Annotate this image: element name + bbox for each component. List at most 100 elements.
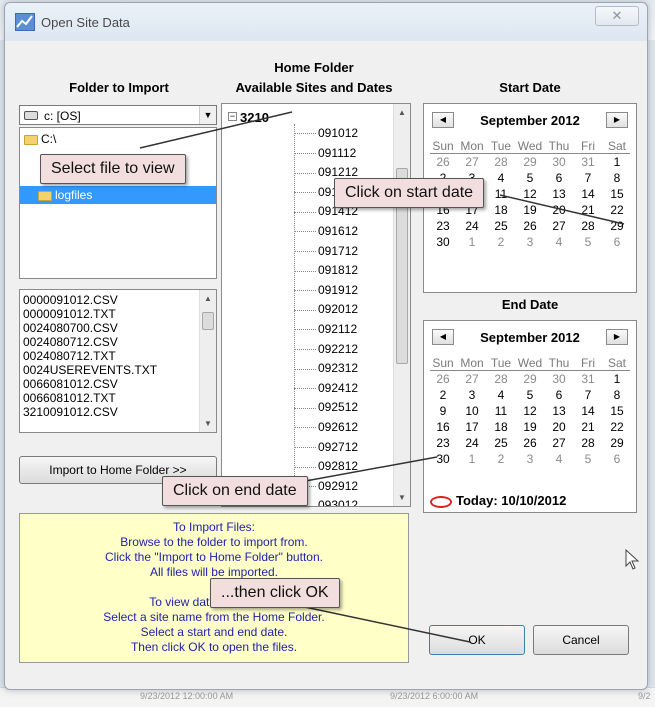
- calendar-day[interactable]: 26: [430, 154, 456, 170]
- file-list-item[interactable]: 0024080712.TXT: [20, 349, 199, 363]
- calendar-day[interactable]: 26: [517, 218, 543, 234]
- calendar-day[interactable]: 28: [488, 154, 514, 170]
- calendar-day[interactable]: 5: [517, 387, 543, 403]
- file-list[interactable]: 0000091012.CSV 0000091012.TXT 0024080700…: [19, 289, 217, 433]
- calendar-day[interactable]: 27: [546, 218, 572, 234]
- site-date-item[interactable]: 091612: [294, 224, 358, 240]
- calendar-day[interactable]: 27: [546, 435, 572, 451]
- drive-selector[interactable]: c: [OS] ▼: [19, 105, 217, 125]
- calendar-day[interactable]: 24: [459, 218, 485, 234]
- calendar-day[interactable]: 19: [517, 202, 543, 218]
- calendar-day[interactable]: 8: [604, 170, 630, 186]
- calendar-day[interactable]: 7: [575, 170, 601, 186]
- calendar-day[interactable]: 3: [459, 387, 485, 403]
- site-date-item[interactable]: 091112: [294, 146, 356, 162]
- calendar-day[interactable]: 28: [488, 371, 514, 387]
- site-date-item[interactable]: 092512: [294, 400, 358, 416]
- file-list-scrollbar[interactable]: ▲ ▼: [199, 290, 216, 432]
- calendar-day[interactable]: 2: [488, 451, 514, 467]
- cancel-button[interactable]: Cancel: [533, 625, 629, 655]
- calendar-day[interactable]: 25: [488, 435, 514, 451]
- calendar-day[interactable]: 4: [546, 451, 572, 467]
- calendar-day[interactable]: 12: [517, 403, 543, 419]
- calendar-day[interactable]: 28: [575, 435, 601, 451]
- today-link[interactable]: Today: 10/10/2012: [430, 493, 566, 508]
- scroll-thumb[interactable]: [202, 312, 214, 330]
- calendar-day[interactable]: 5: [575, 234, 601, 250]
- file-list-item[interactable]: 3210091012.CSV: [20, 405, 199, 419]
- calendar-day[interactable]: 15: [604, 186, 630, 202]
- collapse-icon[interactable]: −: [228, 112, 237, 121]
- file-list-item[interactable]: 0000091012.TXT: [20, 307, 199, 321]
- calendar-day[interactable]: 21: [575, 419, 601, 435]
- scroll-down-icon[interactable]: ▼: [394, 489, 410, 506]
- site-date-item[interactable]: 092812: [294, 459, 358, 475]
- calendar-day[interactable]: 26: [430, 371, 456, 387]
- calendar-day[interactable]: 2: [488, 234, 514, 250]
- end-date-calendar[interactable]: ◀ September 2012 ▶ Sun Mon Tue Wed Thu Fri Sat…: [423, 320, 637, 513]
- site-date-item[interactable]: 091912: [294, 283, 358, 299]
- calendar-day[interactable]: 22: [604, 419, 630, 435]
- calendar-day[interactable]: 7: [575, 387, 601, 403]
- calendar-day[interactable]: 23: [430, 435, 456, 451]
- calendar-day[interactable]: 19: [517, 419, 543, 435]
- calendar-day[interactable]: 4: [488, 387, 514, 403]
- calendar-day[interactable]: 22: [604, 202, 630, 218]
- calendar-day[interactable]: 1: [459, 234, 485, 250]
- site-date-item[interactable]: 091812: [294, 263, 358, 279]
- calendar-day[interactable]: 20: [546, 419, 572, 435]
- calendar-day[interactable]: 10: [459, 403, 485, 419]
- calendar-day[interactable]: 4: [488, 170, 514, 186]
- file-list-item[interactable]: 0024080712.CSV: [20, 335, 199, 349]
- calendar-day[interactable]: 20: [546, 202, 572, 218]
- file-list-item[interactable]: 0066081012.TXT: [20, 391, 199, 405]
- calendar-day[interactable]: 25: [488, 218, 514, 234]
- file-list-item[interactable]: 0066081012.CSV: [20, 377, 199, 391]
- site-node[interactable]: 3210: [240, 110, 269, 125]
- calendar-day[interactable]: 30: [546, 371, 572, 387]
- calendar-day[interactable]: 16: [430, 419, 456, 435]
- calendar-day[interactable]: 15: [604, 403, 630, 419]
- calendar-day[interactable]: 23: [430, 218, 456, 234]
- calendar-day[interactable]: 4: [546, 234, 572, 250]
- site-date-item[interactable]: 092712: [294, 440, 358, 456]
- calendar-day[interactable]: 30: [546, 154, 572, 170]
- ok-button[interactable]: OK: [429, 625, 525, 655]
- home-folder-tree[interactable]: − 3210 091012091112091212091312091412091…: [221, 103, 411, 507]
- site-date-item[interactable]: 091712: [294, 244, 358, 260]
- calendar-day[interactable]: 30: [430, 234, 456, 250]
- calendar-day[interactable]: 21: [575, 202, 601, 218]
- calendar-day[interactable]: 9: [430, 403, 456, 419]
- site-date-item[interactable]: 092612: [294, 420, 358, 436]
- calendar-day[interactable]: 3: [517, 451, 543, 467]
- calendar-day[interactable]: 6: [604, 451, 630, 467]
- calendar-day[interactable]: 17: [459, 419, 485, 435]
- calendar-day[interactable]: 29: [604, 218, 630, 234]
- site-date-item[interactable]: 092212: [294, 342, 358, 358]
- calendar-day[interactable]: 6: [604, 234, 630, 250]
- calendar-day[interactable]: 29: [604, 435, 630, 451]
- site-date-item[interactable]: 092112: [294, 322, 357, 338]
- site-date-item[interactable]: 092312: [294, 361, 358, 377]
- scroll-down-icon[interactable]: ▼: [200, 415, 216, 432]
- calendar-day[interactable]: 1: [604, 154, 630, 170]
- scroll-up-icon[interactable]: ▲: [200, 290, 216, 307]
- calendar-day[interactable]: 11: [488, 403, 514, 419]
- calendar-day[interactable]: 1: [459, 451, 485, 467]
- calendar-day[interactable]: 18: [488, 419, 514, 435]
- calendar-day[interactable]: 13: [546, 403, 572, 419]
- calendar-day[interactable]: 24: [459, 435, 485, 451]
- calendar-day[interactable]: 5: [575, 451, 601, 467]
- calendar-day[interactable]: 1: [604, 371, 630, 387]
- folder-browser[interactable]: C:\ logfiles: [19, 127, 217, 279]
- calendar-day[interactable]: 12: [517, 186, 543, 202]
- file-list-item[interactable]: 0000091012.CSV: [20, 293, 199, 307]
- calendar-day[interactable]: 6: [546, 387, 572, 403]
- file-list-item[interactable]: 0024USEREVENTS.TXT: [20, 363, 199, 377]
- calendar-day[interactable]: 14: [575, 186, 601, 202]
- site-date-item[interactable]: 091012: [294, 126, 358, 142]
- calendar-day[interactable]: 27: [459, 154, 485, 170]
- site-date-item[interactable]: 092012: [294, 302, 358, 318]
- calendar-day[interactable]: 26: [517, 435, 543, 451]
- file-list-item[interactable]: 0024080700.CSV: [20, 321, 199, 335]
